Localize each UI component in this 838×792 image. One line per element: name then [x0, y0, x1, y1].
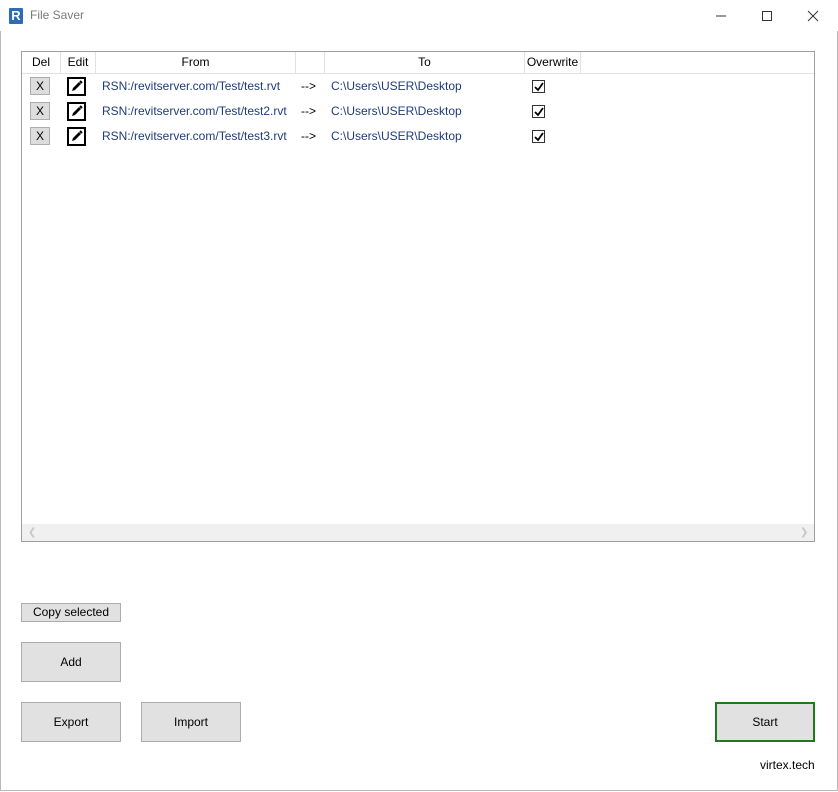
column-header-edit[interactable]: Edit: [61, 52, 96, 73]
overwrite-checkbox[interactable]: [532, 80, 545, 93]
import-button[interactable]: Import: [141, 702, 241, 742]
edit-row-button[interactable]: [67, 77, 86, 96]
table-row: X RSN:/revitserver.com/Test/test.rvt -->…: [22, 74, 814, 99]
copy-selected-button[interactable]: Copy selected: [21, 603, 121, 622]
delete-row-button[interactable]: X: [30, 102, 50, 120]
scroll-right-icon[interactable]: ❯: [800, 527, 808, 538]
edit-icon: [67, 102, 86, 121]
edit-row-button[interactable]: [67, 102, 86, 121]
edit-icon: [67, 127, 86, 146]
minimize-icon: [716, 15, 726, 17]
overwrite-checkbox[interactable]: [532, 130, 545, 143]
column-header-del[interactable]: Del: [22, 52, 61, 73]
minimize-button[interactable]: [698, 0, 744, 31]
scroll-left-icon[interactable]: ❮: [28, 527, 36, 538]
file-grid[interactable]: Del Edit From To Overwrite X RSN:/revits…: [21, 51, 815, 542]
delete-row-button[interactable]: X: [30, 77, 50, 95]
column-header-to[interactable]: To: [325, 52, 525, 73]
revit-app-icon: R: [9, 8, 23, 24]
column-header-overwrite[interactable]: Overwrite: [525, 52, 581, 73]
delete-row-button[interactable]: X: [30, 127, 50, 145]
checkmark-icon: [534, 82, 544, 92]
column-header-from[interactable]: From: [96, 52, 296, 73]
title-bar[interactable]: R File Saver: [0, 0, 838, 31]
start-button[interactable]: Start: [715, 702, 815, 742]
from-path: RSN:/revitserver.com/Test/test2.rvt: [102, 104, 287, 118]
grid-header: Del Edit From To Overwrite: [22, 52, 814, 74]
arrow-separator: -->: [301, 79, 316, 93]
checkmark-icon: [534, 132, 544, 142]
checkmark-icon: [534, 107, 544, 117]
overwrite-checkbox[interactable]: [532, 105, 545, 118]
arrow-separator: -->: [301, 104, 316, 118]
maximize-icon: [762, 11, 772, 21]
from-path: RSN:/revitserver.com/Test/test.rvt: [102, 79, 281, 93]
close-icon: [807, 10, 819, 22]
table-row: X RSN:/revitserver.com/Test/test2.rvt --…: [22, 99, 814, 124]
table-row: X RSN:/revitserver.com/Test/test3.rvt --…: [22, 124, 814, 149]
edit-row-button[interactable]: [67, 127, 86, 146]
edit-icon: [67, 77, 86, 96]
window-title: File Saver: [30, 8, 85, 22]
from-path: RSN:/revitserver.com/Test/test3.rvt: [102, 129, 287, 143]
close-button[interactable]: [790, 0, 836, 31]
brand-label: virtex.tech: [760, 758, 815, 772]
add-button[interactable]: Add: [21, 642, 121, 682]
export-button[interactable]: Export: [21, 702, 121, 742]
to-path: C:\Users\USER\Desktop: [331, 104, 462, 118]
to-path: C:\Users\USER\Desktop: [331, 79, 462, 93]
column-header-arrow[interactable]: [296, 52, 325, 73]
to-path: C:\Users\USER\Desktop: [331, 129, 462, 143]
horizontal-scrollbar[interactable]: ❮ ❯: [22, 524, 814, 541]
arrow-separator: -->: [301, 129, 316, 143]
maximize-button[interactable]: [744, 0, 790, 31]
